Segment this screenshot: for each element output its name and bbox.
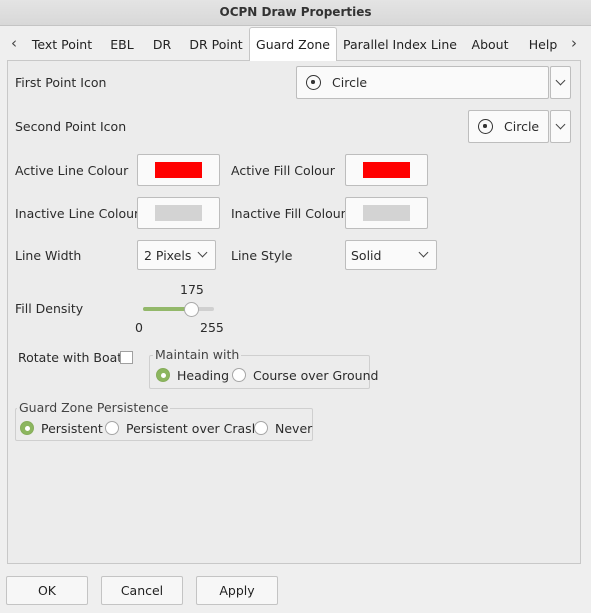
- fill-density-label: Fill Density: [15, 301, 84, 316]
- never-label: Never: [275, 421, 313, 436]
- tab-parallel-index-line[interactable]: Parallel Index Line: [343, 30, 457, 61]
- course-over-ground-label: Course over Ground: [253, 368, 379, 383]
- second-point-icon-select[interactable]: Circle: [468, 110, 549, 143]
- tab-ebl[interactable]: EBL: [103, 30, 141, 61]
- heading-label: Heading: [177, 368, 230, 383]
- apply-button[interactable]: Apply: [196, 576, 278, 605]
- inactive-fill-colour-label: Inactive Fill Colour: [231, 206, 346, 221]
- tab-text-point[interactable]: Text Point: [28, 30, 96, 61]
- rotate-with-boat-checkbox[interactable]: [120, 351, 133, 364]
- circle-dot-icon: [306, 75, 321, 90]
- tab-guard-zone[interactable]: Guard Zone: [249, 27, 337, 61]
- chevron-down-icon: [197, 247, 208, 258]
- circle-dot-icon: [478, 119, 493, 134]
- active-line-colour-swatch: [155, 162, 202, 178]
- active-fill-colour-picker[interactable]: [345, 154, 428, 186]
- ok-button[interactable]: OK: [6, 576, 88, 605]
- line-style-select[interactable]: Solid: [345, 240, 437, 270]
- tab-about[interactable]: About: [466, 30, 514, 61]
- line-width-select[interactable]: 2 Pixels: [137, 240, 216, 270]
- chevron-down-icon: [555, 75, 566, 86]
- tab-dr[interactable]: DR: [147, 30, 177, 61]
- inactive-fill-colour-swatch: [363, 205, 410, 221]
- tab-scroll-right-icon[interactable]: ›: [566, 33, 582, 53]
- chevron-down-icon: [555, 119, 566, 130]
- first-point-icon-dropdown-button[interactable]: [550, 66, 571, 99]
- maintain-with-title: Maintain with: [153, 347, 242, 362]
- tab-scroll-left-icon[interactable]: ‹: [6, 33, 22, 53]
- persistent-radio[interactable]: [20, 421, 34, 435]
- fill-density-max: 255: [200, 320, 224, 335]
- rotate-with-boat-label: Rotate with Boat: [18, 350, 123, 365]
- guard-zone-persistence-title: Guard Zone Persistence: [17, 400, 171, 415]
- inactive-line-colour-label: Inactive Line Colour: [15, 206, 140, 221]
- tab-help[interactable]: Help: [524, 30, 562, 61]
- line-width-label: Line Width: [15, 248, 82, 263]
- fill-density-slider[interactable]: [143, 307, 214, 311]
- window-title: OCPN Draw Properties: [0, 0, 591, 26]
- cancel-button[interactable]: Cancel: [101, 576, 183, 605]
- never-radio[interactable]: [254, 421, 268, 435]
- line-style-label: Line Style: [231, 248, 293, 263]
- line-style-value: Solid: [351, 248, 382, 263]
- course-over-ground-radio[interactable]: [232, 368, 246, 382]
- persistent-over-crash-radio[interactable]: [105, 421, 119, 435]
- chevron-down-icon: [418, 247, 429, 258]
- first-point-icon-label: First Point Icon: [15, 75, 107, 90]
- fill-density-value: 175: [180, 282, 204, 297]
- heading-radio[interactable]: [156, 368, 170, 382]
- second-point-icon-label: Second Point Icon: [15, 119, 127, 134]
- second-point-icon-value: Circle: [504, 119, 540, 134]
- tab-bar: ‹ Text Point EBL DR DR Point Guard Zone …: [0, 27, 591, 61]
- inactive-line-colour-picker[interactable]: [137, 197, 220, 229]
- active-line-colour-picker[interactable]: [137, 154, 220, 186]
- tab-dr-point[interactable]: DR Point: [185, 30, 247, 61]
- fill-density-min: 0: [135, 320, 143, 335]
- fill-density-slider-handle[interactable]: [183, 302, 199, 317]
- second-point-icon-dropdown-button[interactable]: [550, 110, 571, 143]
- active-fill-colour-swatch: [363, 162, 410, 178]
- first-point-icon-value: Circle: [332, 75, 368, 90]
- line-width-value: 2 Pixels: [144, 248, 192, 263]
- persistent-label: Persistent: [41, 421, 103, 436]
- inactive-fill-colour-picker[interactable]: [345, 197, 428, 229]
- persistent-over-crash-label: Persistent over Crash: [126, 421, 260, 436]
- active-fill-colour-label: Active Fill Colour: [231, 163, 335, 178]
- active-line-colour-label: Active Line Colour: [15, 163, 129, 178]
- first-point-icon-select[interactable]: Circle: [296, 66, 549, 99]
- inactive-line-colour-swatch: [155, 205, 202, 221]
